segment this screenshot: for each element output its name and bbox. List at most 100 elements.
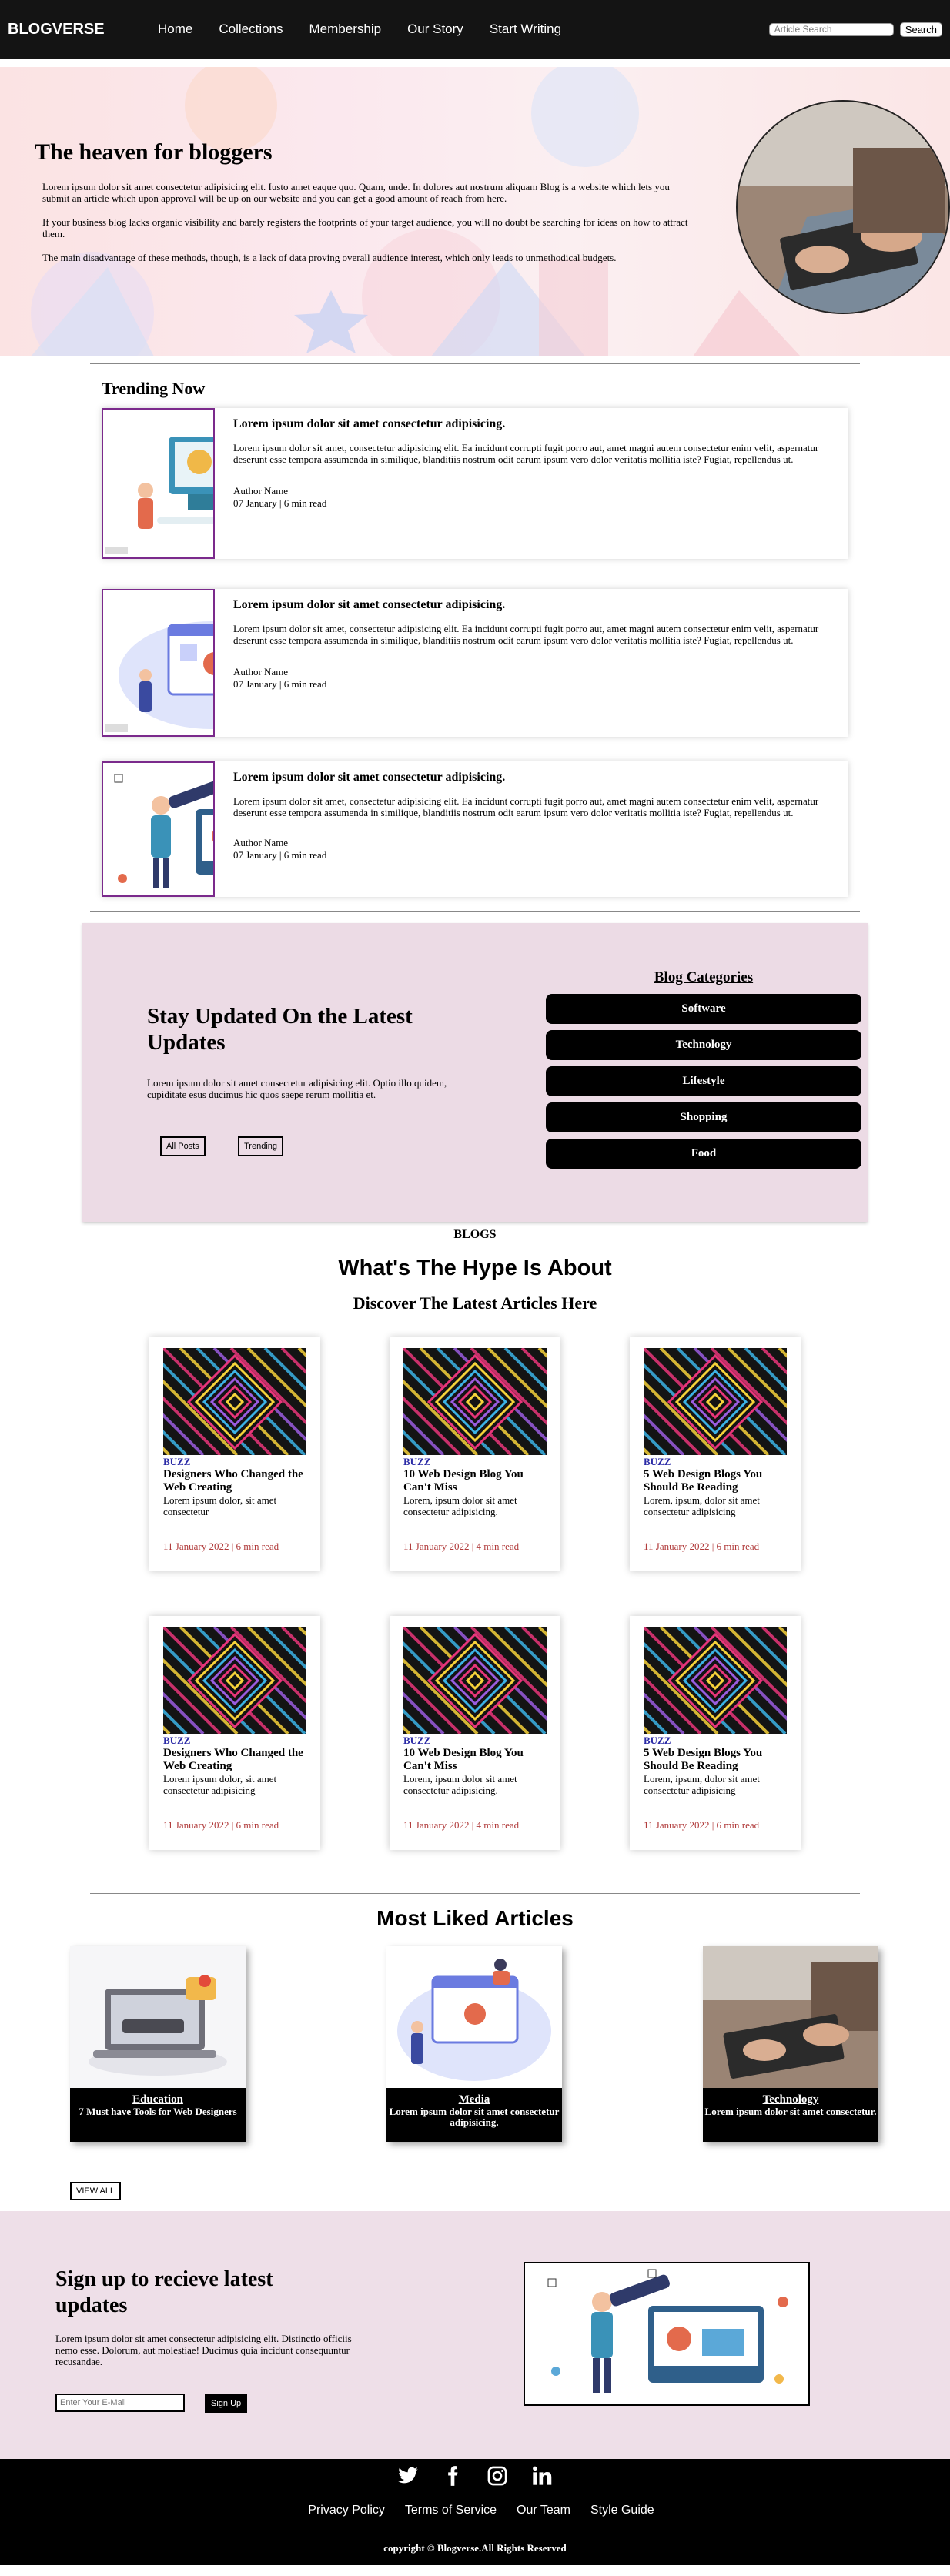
email-field[interactable] — [55, 2394, 185, 2412]
liked-caption: Technology Lorem ipsum dolor sit amet co… — [703, 2088, 878, 2142]
blog-title[interactable]: Designers Who Changed the Web Creating — [163, 1747, 306, 1773]
twitter-icon[interactable] — [397, 2465, 419, 2487]
category-technology[interactable]: Technology — [546, 1030, 861, 1060]
nav-link-our-story[interactable]: Our Story — [407, 22, 463, 37]
category-software[interactable]: Software — [546, 994, 861, 1024]
liked-category[interactable]: Education — [70, 2094, 246, 2106]
liked-text: Lorem ipsum dolor sit amet consectetur. — [704, 2106, 877, 2117]
blog-title[interactable]: 5 Web Design Blogs You Should Be Reading — [644, 1747, 787, 1773]
blog-date: 11 January 2022 | 6 min read — [644, 1541, 760, 1552]
blog-date: 11 January 2022 | 6 min read — [644, 1819, 760, 1831]
trending-card[interactable]: Lorem ipsum dolor sit amet consectetur a… — [102, 761, 848, 897]
brand-logo[interactable]: BLOGVERSE — [8, 21, 158, 38]
blog-desc: Lorem ipsum dolor, sit amet consectetur — [163, 1494, 277, 1517]
blog-date: 11 January 2022 | 4 min read — [403, 1541, 520, 1552]
footer-link-team[interactable]: Our Team — [517, 2504, 570, 2517]
trending-card-title[interactable]: Lorem ipsum dolor sit amet consectetur a… — [233, 771, 830, 785]
trending-button[interactable]: Trending — [238, 1136, 284, 1156]
footer-link-terms[interactable]: Terms of Service — [405, 2504, 497, 2517]
footer-link-privacy[interactable]: Privacy Policy — [308, 2504, 385, 2517]
trending-card[interactable]: Lorem ipsum dolor sit amet consectetur a… — [102, 408, 848, 559]
trending-card[interactable]: Lorem ipsum dolor sit amet consectetur a… — [102, 589, 848, 737]
footer-links: Privacy Policy Terms of Service Our Team… — [0, 2504, 950, 2517]
blog-card[interactable]: BUZZ 5 Web Design Blogs You Should Be Re… — [630, 1337, 801, 1571]
most-liked-title: Most Liked Articles — [376, 1906, 574, 1930]
most-liked-section: Most Liked Articles Education 7 Must hav… — [0, 1906, 950, 2200]
trending-card-text: Lorem ipsum dolor sit amet, consectetur … — [232, 795, 819, 818]
category-lifestyle[interactable]: Lifestyle — [546, 1066, 861, 1096]
hero-banner: The heaven for bloggers Lorem ipsum dolo… — [0, 67, 950, 356]
top-navbar: BLOGVERSE Home Collections Membership Ou… — [0, 0, 950, 59]
blog-desc: Lorem, ipsum, dolor sit amet consectetur… — [644, 1494, 760, 1517]
blog-title[interactable]: 5 Web Design Blogs You Should Be Reading — [644, 1468, 787, 1494]
category-shopping[interactable]: Shopping — [546, 1102, 861, 1132]
blog-label: BUZZ — [644, 1456, 671, 1467]
blog-label: BUZZ — [403, 1735, 431, 1746]
nav-link-membership[interactable]: Membership — [309, 22, 382, 37]
blog-card[interactable]: BUZZ 10 Web Design Blog You Can't Miss L… — [390, 1616, 560, 1850]
trending-card-body: Lorem ipsum dolor sit amet consectetur a… — [215, 761, 848, 897]
section-divider — [90, 911, 860, 912]
instagram-icon[interactable] — [487, 2465, 508, 2487]
liked-image-laptop — [70, 1946, 246, 2088]
hero-paragraph-3: The main disadvantage of these methods, … — [42, 252, 617, 263]
trending-card-text: Lorem ipsum dolor sit amet, consectetur … — [232, 623, 819, 646]
blog-card[interactable]: BUZZ 10 Web Design Blog You Can't Miss L… — [390, 1337, 560, 1571]
blogs-tag: BLOGS — [453, 1228, 497, 1241]
liked-card[interactable]: Technology Lorem ipsum dolor sit amet co… — [703, 1946, 878, 2142]
liked-card[interactable]: Media Lorem ipsum dolor sit amet consect… — [386, 1946, 562, 2142]
blog-title[interactable]: 10 Web Design Blog You Can't Miss — [403, 1468, 547, 1494]
blog-desc: Lorem, ipsum dolor sit amet consectetur … — [403, 1773, 517, 1796]
blog-thumbnail — [403, 1348, 547, 1455]
author-name: Author Name — [232, 837, 289, 848]
blog-card[interactable]: BUZZ Designers Who Changed the Web Creat… — [149, 1337, 320, 1571]
liked-text: Lorem ipsum dolor sit amet consectetur a… — [389, 2106, 560, 2128]
updates-section: Stay Updated On the Latest Updates Lorem… — [82, 923, 868, 1222]
author-name: Author Name — [232, 666, 289, 677]
hero-image-typing-laptop — [736, 100, 950, 314]
trending-image — [102, 761, 215, 897]
blog-date: 11 January 2022 | 6 min read — [163, 1541, 279, 1552]
blog-desc: Lorem, ipsum, dolor sit amet consectetur… — [644, 1773, 760, 1796]
sign-up-button[interactable]: Sign Up — [205, 2394, 248, 2413]
blog-label: BUZZ — [403, 1456, 431, 1467]
trending-card-title[interactable]: Lorem ipsum dolor sit amet consectetur a… — [233, 598, 830, 612]
liked-category[interactable]: Technology — [703, 2094, 878, 2106]
blog-desc: Lorem, ipsum dolor sit amet consectetur … — [403, 1494, 517, 1517]
blog-date: 11 January 2022 | 4 min read — [403, 1819, 520, 1831]
trending-card-title[interactable]: Lorem ipsum dolor sit amet consectetur a… — [233, 417, 830, 431]
blog-thumbnail — [163, 1627, 306, 1734]
blogs-title: What's The Hype Is About — [338, 1256, 612, 1280]
liked-card[interactable]: Education 7 Must have Tools for Web Desi… — [70, 1946, 246, 2142]
blog-desc: Lorem ipsum dolor, sit amet consectetur … — [163, 1773, 277, 1796]
blog-card[interactable]: BUZZ 5 Web Design Blogs You Should Be Re… — [630, 1616, 801, 1850]
nav-link-home[interactable]: Home — [158, 22, 192, 37]
search-button[interactable]: Search — [899, 22, 942, 37]
section-divider — [90, 1893, 860, 1894]
hero-text: The heaven for bloggers Lorem ipsum dolo… — [35, 139, 697, 276]
search-input[interactable] — [768, 22, 894, 36]
nav-link-collections[interactable]: Collections — [219, 22, 283, 37]
blog-label: BUZZ — [163, 1456, 191, 1467]
search-bar: Search — [768, 22, 942, 37]
footer-link-style-guide[interactable]: Style Guide — [590, 2504, 654, 2517]
view-all-button[interactable]: VIEW ALL — [70, 2182, 122, 2200]
signup-section: Sign up to recieve latest updates Lorem … — [0, 2211, 950, 2459]
nav-link-start-writing[interactable]: Start Writing — [490, 22, 561, 37]
blog-title[interactable]: Designers Who Changed the Web Creating — [163, 1468, 306, 1494]
author-name: Author Name — [232, 485, 289, 497]
social-links — [0, 2465, 950, 2487]
trending-section: Trending Now Lorem ipsum dolor sit amet … — [90, 379, 860, 897]
blog-label: BUZZ — [163, 1735, 191, 1746]
facebook-icon[interactable] — [442, 2465, 463, 2487]
copyright: copyright © Blogverse.All Rights Reserve… — [383, 2542, 567, 2554]
all-posts-button[interactable]: All Posts — [160, 1136, 206, 1156]
hero-paragraph-2: If your business blog lacks organic visi… — [42, 216, 688, 239]
updates-title: Stay Updated On the Latest Updates — [147, 1004, 413, 1055]
blog-title[interactable]: 10 Web Design Blog You Can't Miss — [403, 1747, 547, 1773]
linkedin-icon[interactable] — [531, 2465, 553, 2487]
post-meta: 07 January | 6 min read — [232, 497, 327, 509]
blog-card[interactable]: BUZZ Designers Who Changed the Web Creat… — [149, 1616, 320, 1850]
liked-category[interactable]: Media — [386, 2094, 562, 2106]
category-food[interactable]: Food — [546, 1139, 861, 1169]
